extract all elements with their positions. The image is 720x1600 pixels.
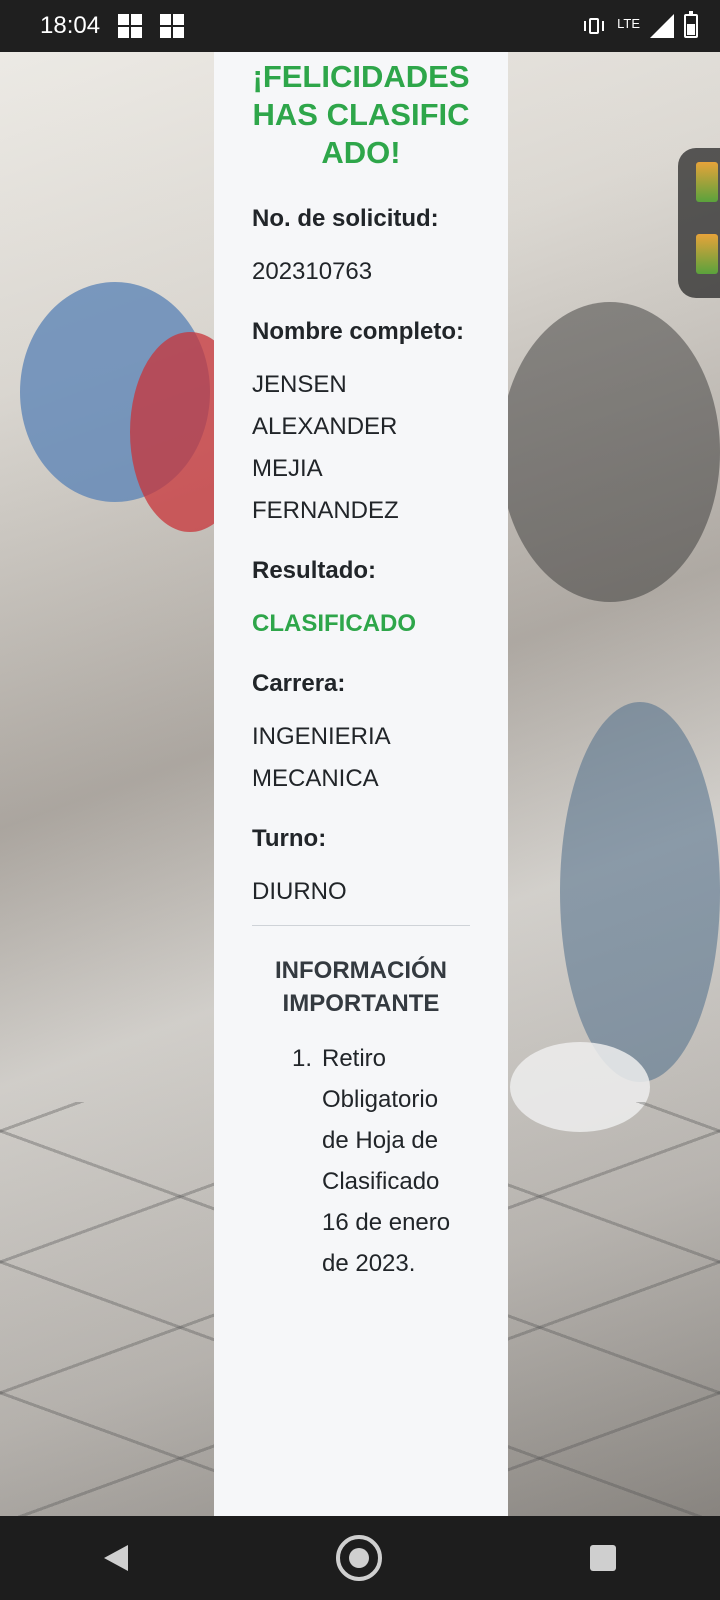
resultado-value: CLASIFICADO <box>252 610 416 637</box>
notification-icon <box>160 14 185 38</box>
vibrate-icon <box>581 16 607 36</box>
congratulations-headline: ¡FELICIDADES HAS CLASIFICADO! <box>252 59 470 170</box>
recent-apps-icon[interactable] <box>590 1545 616 1571</box>
status-bar: 18:04 LTE <box>0 0 720 52</box>
navigation-bar <box>0 1516 720 1600</box>
app-shortcut-icon[interactable] <box>696 162 718 202</box>
divider <box>252 925 470 926</box>
important-info-list: 1. Retiro Obligatorio de Hoja de Clasifi… <box>252 1038 470 1284</box>
turno-label: Turno: <box>252 825 327 852</box>
nombre-value: JENSEN ALEXANDER MEJIA FERNANDEZ <box>252 371 399 524</box>
status-time: 18:04 <box>40 12 101 39</box>
status-icons: LTE <box>581 11 698 38</box>
floating-app-widget[interactable] <box>678 148 720 298</box>
app-shortcut-icon[interactable] <box>696 234 718 274</box>
battery-icon <box>684 11 698 38</box>
resultado-label: Resultado: <box>252 557 377 584</box>
important-info-title: INFORMACIÓN IMPORTANTE <box>275 957 447 1017</box>
solicitud-value: 202310763 <box>252 258 373 285</box>
network-type: LTE <box>617 15 640 31</box>
result-card: ¡FELICIDADES HAS CLASIFICADO! No. de sol… <box>214 52 508 1516</box>
back-icon[interactable] <box>104 1545 128 1571</box>
carrera-value: INGENIERIA MECANICA <box>252 723 390 792</box>
home-icon[interactable] <box>336 1535 382 1581</box>
solicitud-label: No. de solicitud: <box>252 205 439 232</box>
list-item-number: 1. <box>292 1045 313 1072</box>
notification-icon <box>118 14 143 38</box>
signal-icon <box>650 14 674 38</box>
carrera-label: Carrera: <box>252 670 346 697</box>
nombre-label: Nombre completo: <box>252 318 465 345</box>
list-item-text: Retiro Obligatorio de Hoja de Clasificad… <box>322 1045 451 1277</box>
list-item: 1. Retiro Obligatorio de Hoja de Clasifi… <box>292 1038 470 1284</box>
turno-value: DIURNO <box>252 878 347 905</box>
